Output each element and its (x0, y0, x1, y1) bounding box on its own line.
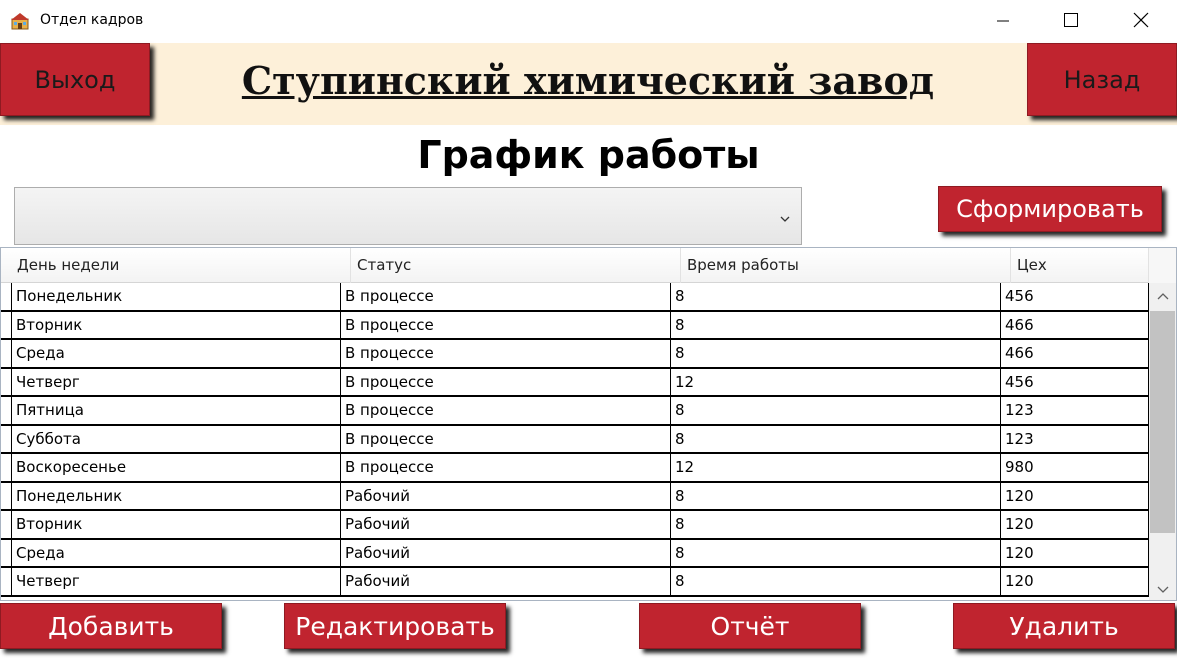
cell-status[interactable]: В процессе (341, 311, 671, 338)
cell-status[interactable]: Рабочий (341, 539, 671, 566)
table-body: Понедельник В процессе 8 456 Вторник В процес… (1, 283, 1149, 597)
cell-hours[interactable]: 8 (671, 340, 1001, 367)
window-titlebar: Отдел кадров (0, 0, 1177, 43)
cell-day[interactable]: Четверг (11, 368, 341, 395)
cell-status[interactable]: В процессе (341, 368, 671, 395)
table-row[interactable]: Суббота В процессе 8 123 (1, 425, 1149, 454)
cell-hours[interactable]: 12 (671, 368, 1001, 395)
cell-status[interactable]: Рабочий (341, 482, 671, 509)
column-header-hours[interactable]: Время работы (681, 248, 1011, 283)
column-header-day[interactable]: День недели (11, 248, 351, 283)
cell-hours[interactable]: 12 (671, 454, 1001, 481)
chevron-down-icon (1157, 579, 1169, 598)
page-title: График работы (417, 133, 760, 177)
cell-day[interactable]: Понедельник (11, 283, 341, 310)
minimize-icon (997, 12, 1009, 31)
cell-status[interactable]: Рабочий (341, 511, 671, 538)
cell-status[interactable]: В процессе (341, 283, 671, 310)
cell-workshop[interactable]: 980 (1001, 454, 1149, 481)
minimize-button[interactable] (980, 0, 1026, 43)
cell-workshop[interactable]: 120 (1001, 568, 1149, 595)
cell-day[interactable]: Понедельник (11, 482, 341, 509)
cell-workshop[interactable]: 123 (1001, 397, 1149, 424)
scroll-down-button[interactable] (1149, 575, 1176, 600)
cell-hours[interactable]: 8 (671, 482, 1001, 509)
delete-button[interactable]: Удалить (953, 603, 1175, 649)
cell-hours[interactable]: 8 (671, 539, 1001, 566)
company-title: Ступинский химический завод (241, 58, 935, 103)
maximize-button[interactable] (1048, 0, 1094, 43)
cell-day[interactable]: Вторник (11, 511, 341, 538)
cell-day[interactable]: Воскоресенье (11, 454, 341, 481)
exit-button[interactable]: Выход (0, 43, 150, 116)
table-row[interactable]: Четверг Рабочий 8 120 (1, 568, 1149, 597)
cell-day[interactable]: Вторник (11, 311, 341, 338)
cell-status[interactable]: В процессе (341, 340, 671, 367)
back-button[interactable]: Назад (1027, 43, 1177, 116)
cell-workshop[interactable]: 120 (1001, 539, 1149, 566)
scrollbar-thumb[interactable] (1150, 311, 1175, 533)
vertical-scrollbar[interactable] (1149, 283, 1176, 600)
close-button[interactable] (1118, 0, 1164, 43)
cell-status[interactable]: Рабочий (341, 568, 671, 595)
cell-workshop[interactable]: 123 (1001, 425, 1149, 452)
scrollbar-corner (1149, 248, 1176, 283)
cell-hours[interactable]: 8 (671, 311, 1001, 338)
cell-workshop[interactable]: 466 (1001, 340, 1149, 367)
cell-day[interactable]: Среда (11, 340, 341, 367)
school-building-icon (10, 11, 30, 31)
table-row[interactable]: Среда Рабочий 8 120 (1, 539, 1149, 568)
column-header-workshop[interactable]: Цех (1011, 248, 1149, 283)
table-row[interactable]: Понедельник Рабочий 8 120 (1, 482, 1149, 511)
schedule-select[interactable] (14, 187, 802, 245)
cell-status[interactable]: В процессе (341, 425, 671, 452)
cell-status[interactable]: В процессе (341, 397, 671, 424)
chevron-down-icon (779, 210, 791, 222)
maximize-icon (1064, 12, 1078, 31)
table-row[interactable]: Вторник В процессе 8 466 (1, 311, 1149, 340)
cell-day[interactable]: Среда (11, 539, 341, 566)
cell-day[interactable]: Четверг (11, 568, 341, 595)
cell-hours[interactable]: 8 (671, 397, 1001, 424)
add-button[interactable]: Добавить (0, 603, 222, 649)
generate-button[interactable]: Сформировать (938, 186, 1162, 232)
cell-workshop[interactable]: 120 (1001, 511, 1149, 538)
column-header-status[interactable]: Статус (351, 248, 681, 283)
table-row[interactable]: Вторник Рабочий 8 120 (1, 511, 1149, 540)
cell-hours[interactable]: 8 (671, 511, 1001, 538)
cell-hours[interactable]: 8 (671, 283, 1001, 310)
cell-workshop[interactable]: 120 (1001, 482, 1149, 509)
window-title: Отдел кадров (40, 12, 144, 28)
cell-hours[interactable]: 8 (671, 425, 1001, 452)
schedule-table: День недели Статус Время работы Цех Поне… (0, 247, 1177, 601)
table-header: День недели Статус Время работы Цех (1, 248, 1149, 283)
scroll-up-button[interactable] (1149, 283, 1176, 309)
table-row[interactable]: Понедельник В процессе 8 456 (1, 283, 1149, 312)
table-row[interactable]: Среда В процессе 8 466 (1, 340, 1149, 369)
edit-button[interactable]: Редактировать (284, 603, 506, 649)
cell-day[interactable]: Суббота (11, 425, 341, 452)
cell-workshop[interactable]: 456 (1001, 283, 1149, 310)
cell-status[interactable]: В процессе (341, 454, 671, 481)
report-button[interactable]: Отчёт (639, 603, 861, 649)
close-icon (1133, 12, 1149, 32)
cell-workshop[interactable]: 456 (1001, 368, 1149, 395)
chevron-up-icon (1157, 287, 1169, 306)
table-row[interactable]: Воскоресенье В процессе 12 980 (1, 454, 1149, 483)
cell-workshop[interactable]: 466 (1001, 311, 1149, 338)
table-row[interactable]: Четверг В процессе 12 456 (1, 368, 1149, 397)
cell-day[interactable]: Пятница (11, 397, 341, 424)
cell-hours[interactable]: 8 (671, 568, 1001, 595)
table-row[interactable]: Пятница В процессе 8 123 (1, 397, 1149, 426)
